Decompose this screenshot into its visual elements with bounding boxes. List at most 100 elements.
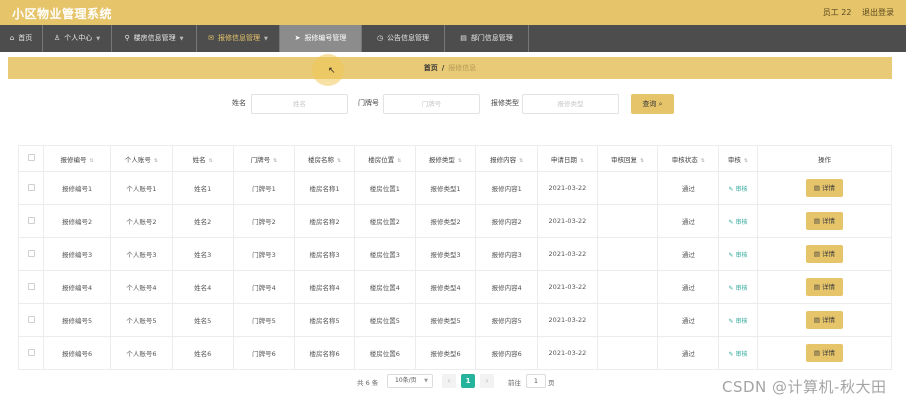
cell: 报修编号2 [43,204,112,238]
col-header[interactable]: 楼房位置 ⇅ [353,145,416,172]
logout-link[interactable]: 退出登录 [862,8,894,17]
pager-goto-input[interactable]: 1 [526,374,546,388]
audit-link[interactable]: ✎ 审核 [729,219,748,226]
chevron-down-icon: ▼ [424,378,428,384]
audit-link[interactable]: ✎ 审核 [729,351,748,358]
breadcrumb-separator: / [441,64,445,72]
document-icon: ▤ [813,316,820,324]
cell: 报修类型6 [414,336,477,370]
query-button[interactable]: 查询 ⌕ [631,94,674,114]
detail-button[interactable]: ▤ 详情 [805,311,843,329]
detail-button[interactable]: ▤ 详情 [805,212,843,230]
row-checkbox[interactable] [27,183,35,191]
door-label: 门牌号 [358,99,379,107]
nav-item-repair-info[interactable]: ✉ 报修信息管理 ▼ [197,25,280,52]
pager-next-button[interactable]: › [480,374,494,388]
row-checkbox[interactable] [27,216,35,224]
cell: 楼房名称4 [294,270,355,304]
cell: 楼房位置1 [353,171,416,205]
cell: 楼房名称2 [294,204,355,238]
pager-prev-button[interactable]: ‹ [442,374,456,388]
pager-current-page[interactable]: 1 [461,374,475,388]
cell: 报修类型4 [414,270,477,304]
cell: 2021-03-22 [537,237,598,271]
col-header[interactable]: 报修类型 ⇅ [414,145,477,172]
chevron-down-icon: ▼ [264,36,268,42]
edit-icon: ✎ [728,251,734,259]
user-area: 员工 22 退出登录 [815,7,894,18]
col-header[interactable]: 门牌号 ⇅ [232,145,296,172]
page-size-select[interactable]: 10条/页 ▼ [387,374,433,388]
cell: 门牌号6 [232,336,296,370]
cell: 通过 [657,204,720,238]
nav-item-home[interactable]: ⌂ 首页 [0,25,43,52]
cell [596,237,659,271]
col-header[interactable]: 审核 ⇅ [718,145,758,172]
cell: 通过 [657,303,720,337]
table-row: 报修编号2 个人账号2 姓名2 门牌号2 楼房名称2 楼房位置2 报修类型2 报… [17,204,893,238]
cell [596,336,659,370]
sort-icon: ⇅ [208,157,213,164]
cursor-arrow-icon: ↖ [328,66,336,76]
search-icon: ⌕ [658,100,663,108]
cell: 姓名5 [171,303,234,337]
col-header[interactable]: 报修内容 ⇅ [475,145,539,172]
detail-button[interactable]: ▤ 详情 [805,278,843,296]
cell: 门牌号4 [232,270,296,304]
select-all-checkbox[interactable] [27,154,35,161]
cell: 楼房位置3 [353,237,416,271]
cell: 姓名1 [171,171,234,205]
col-header[interactable]: 姓名 ⇅ [171,145,234,172]
audit-link[interactable]: ✎ 审核 [729,186,748,193]
cell: 楼房位置4 [353,270,416,304]
detail-button[interactable]: ▤ 详情 [805,245,843,263]
nav-item-repair-number[interactable]: ➤ 报修编号管理 [280,25,362,52]
nav-item-profile[interactable]: ♙ 个人中心 ▼ [43,25,112,52]
type-input[interactable]: 报修类型 [522,94,619,114]
cell: 门牌号2 [232,204,296,238]
col-header[interactable]: 报修编号 ⇅ [43,145,112,172]
cell: 报修内容4 [475,270,539,304]
audit-link[interactable]: ✎ 审核 [729,252,748,259]
nav-item-notice[interactable]: ◷ 公告信息管理 [362,25,445,52]
breadcrumb-current: 报修信息 [448,64,477,72]
nav-item-department[interactable]: ▤ 部门信息管理 [445,25,529,52]
cell: 通过 [657,171,720,205]
door-input[interactable]: 门牌号 [383,94,480,114]
cell: 2021-03-22 [537,336,598,370]
repair-table: 报修编号 ⇅ 个人账号 ⇅ 姓名 ⇅ 门牌号 ⇅ 楼房名称 ⇅ 楼房位置 ⇅ 报修类型 ⇅ 报… [17,145,893,370]
row-checkbox[interactable] [27,348,35,356]
table-header-row: 报修编号 ⇅ 个人账号 ⇅ 姓名 ⇅ 门牌号 ⇅ 楼房名称 ⇅ 楼房位置 ⇅ 报修类型 ⇅ 报… [17,145,893,172]
col-header[interactable]: 审核回复 ⇅ [596,145,659,172]
pager-total: 共 6 条 [357,379,379,387]
cell: 个人账号6 [110,336,173,370]
table-row: 报修编号3 个人账号3 姓名3 门牌号3 楼房名称3 楼房位置3 报修类型3 报… [17,237,893,271]
cell: 报修类型5 [414,303,477,337]
home-icon: ⌂ [9,34,15,42]
audit-link[interactable]: ✎ 审核 [729,285,748,292]
audit-link[interactable]: ✎ 审核 [729,318,748,325]
detail-button[interactable]: ▤ 详情 [805,344,843,362]
document-icon: ▤ [813,217,820,225]
col-header[interactable]: 审核状态 ⇅ [657,145,720,172]
col-header[interactable]: 楼房名称 ⇅ [294,145,355,172]
cell: 报修内容1 [475,171,539,205]
pager-unit-label: 页 [548,379,555,387]
row-checkbox[interactable] [27,282,35,290]
cell: 姓名6 [171,336,234,370]
nav-item-building[interactable]: ⚲ 楼房信息管理 ▼ [112,25,197,52]
cell: 报修类型3 [414,237,477,271]
row-checkbox[interactable] [27,249,35,257]
cell: 2021-03-22 [537,171,598,205]
cell: 报修编号5 [43,303,112,337]
col-header[interactable]: 申请日期 ⇅ [537,145,598,172]
breadcrumb-home[interactable]: 首页 [424,64,438,72]
name-input[interactable]: 姓名 [251,94,348,114]
col-header[interactable]: 个人账号 ⇅ [110,145,173,172]
select-all-cell [17,145,45,172]
table-row: 报修编号1 个人账号1 姓名1 门牌号1 楼房名称1 楼房位置1 报修类型1 报… [17,171,893,205]
cell [596,270,659,304]
detail-button[interactable]: ▤ 详情 [805,179,843,197]
row-checkbox[interactable] [27,315,35,323]
cell: 报修编号3 [43,237,112,271]
